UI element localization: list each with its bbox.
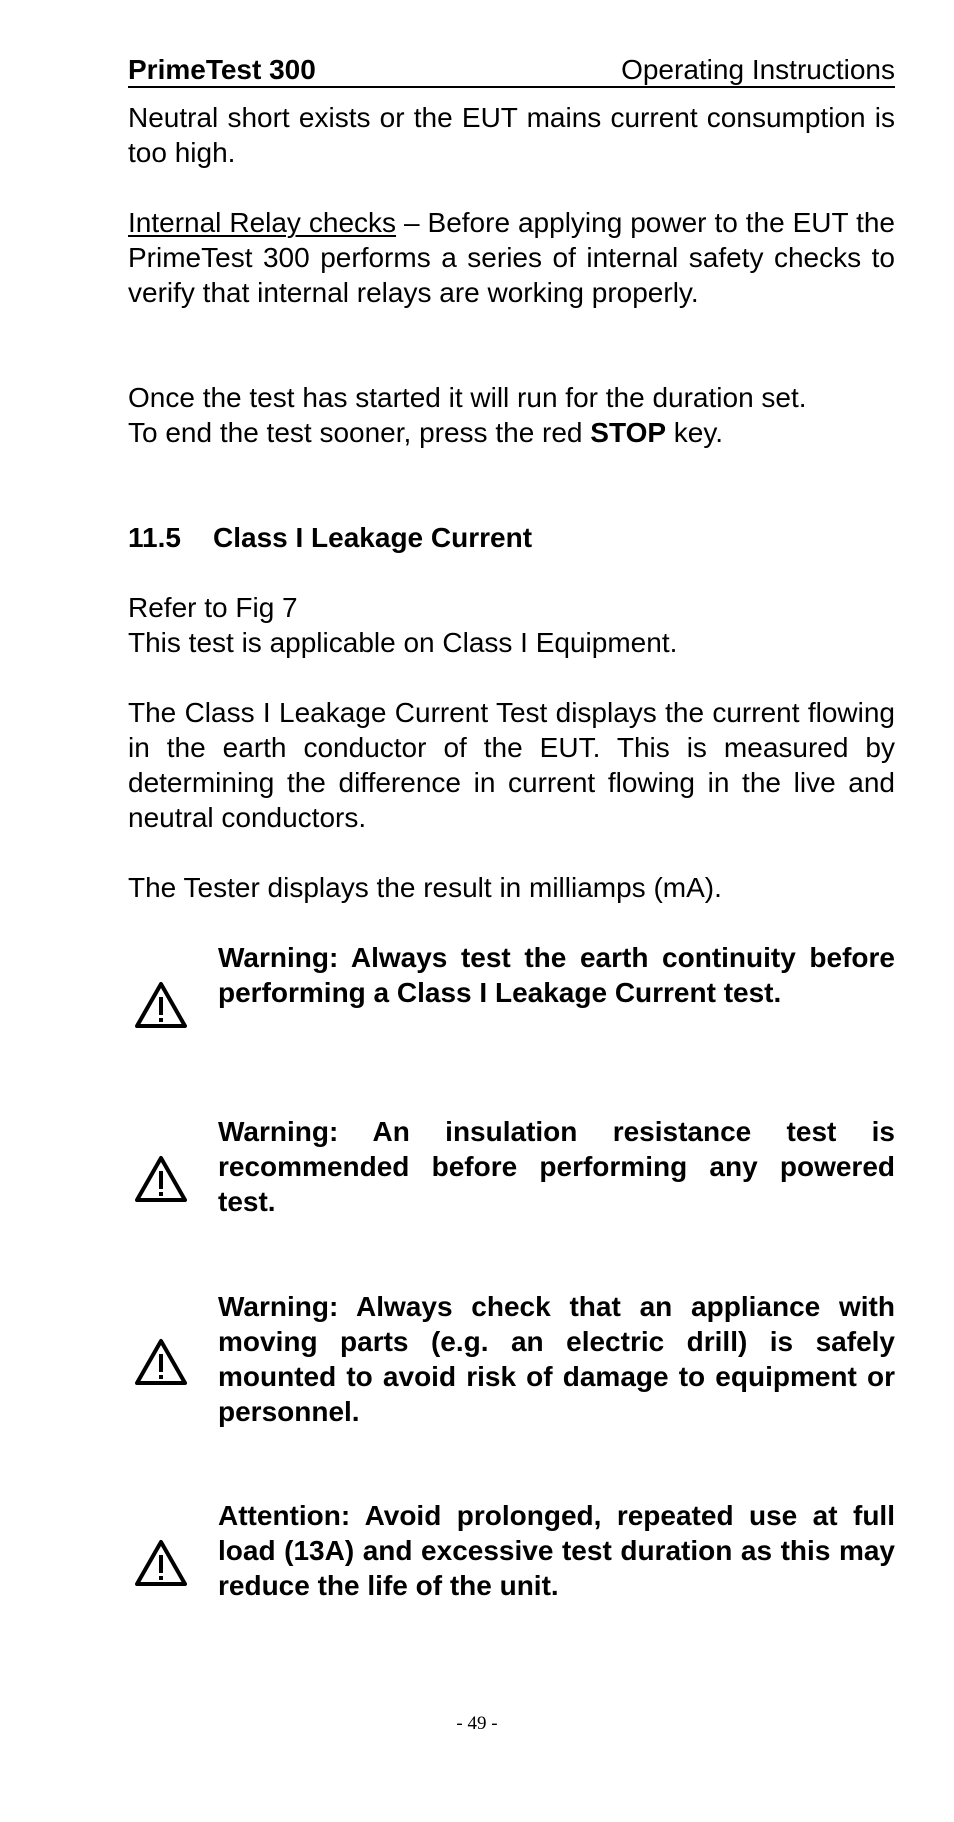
warning-triangle-icon <box>135 982 187 1028</box>
test-duration-paragraph: Once the test has started it will run fo… <box>128 380 895 450</box>
result-units-text: The Tester displays the result in millia… <box>128 872 722 903</box>
intro-text: Neutral short exists or the EUT mains cu… <box>128 102 895 168</box>
refer-paragraph: Refer to Fig 7 This test is applicable o… <box>128 590 895 660</box>
warning-text: Warning: An insulation resistance test i… <box>218 1116 895 1217</box>
warning-text: Warning: Always check that an appliance … <box>218 1291 895 1427</box>
section-number: 11.5 <box>128 522 181 553</box>
attention-block: Attention: Avoid prolonged, repeated use… <box>128 1498 895 1638</box>
stop-key-label: STOP <box>590 417 667 448</box>
page-number: - 49 - <box>456 1713 498 1734</box>
warning-block: Warning: Always test the earth continuit… <box>128 940 895 1080</box>
test-duration-line1: Once the test has started it will run fo… <box>128 382 807 413</box>
relay-checks-label: Internal Relay checks <box>128 207 397 238</box>
attention-text: Attention: Avoid prolonged, repeated use… <box>218 1500 895 1601</box>
result-units-paragraph: The Tester displays the result in millia… <box>128 870 895 905</box>
warning-block: Warning: An insulation resistance test i… <box>128 1114 895 1254</box>
section-heading: 11.5 Class I Leakage Current <box>128 520 532 555</box>
test-duration-line2-prefix: To end the test sooner, press the red <box>128 417 591 448</box>
description-paragraph: The Class I Leakage Current Test display… <box>128 695 895 835</box>
relay-checks-paragraph: Internal Relay checks – Before applying … <box>128 205 895 310</box>
test-duration-line2-suffix: key. <box>666 417 724 448</box>
header-product-name: PrimeTest 300 <box>128 54 316 85</box>
warning-text: Warning: Always test the earth continuit… <box>218 942 895 1008</box>
page-header: PrimeTest 300 Operating Instructions <box>128 52 895 88</box>
section-title: Class I Leakage Current <box>213 522 533 553</box>
manual-page: PrimeTest 300 Operating Instructions Neu… <box>0 0 954 1822</box>
warning-triangle-icon <box>135 1540 187 1586</box>
warning-triangle-icon <box>135 1339 187 1385</box>
description-text: The Class I Leakage Current Test display… <box>128 697 895 833</box>
header-doc-title: Operating Instructions <box>621 54 895 85</box>
warning-triangle-icon <box>135 1156 187 1202</box>
warning-block: Warning: Always check that an appliance … <box>128 1289 895 1464</box>
intro-paragraph: Neutral short exists or the EUT mains cu… <box>128 100 895 170</box>
applicability-text: This test is applicable on Class I Equip… <box>128 627 678 658</box>
refer-fig-text: Refer to Fig 7 <box>128 592 298 623</box>
